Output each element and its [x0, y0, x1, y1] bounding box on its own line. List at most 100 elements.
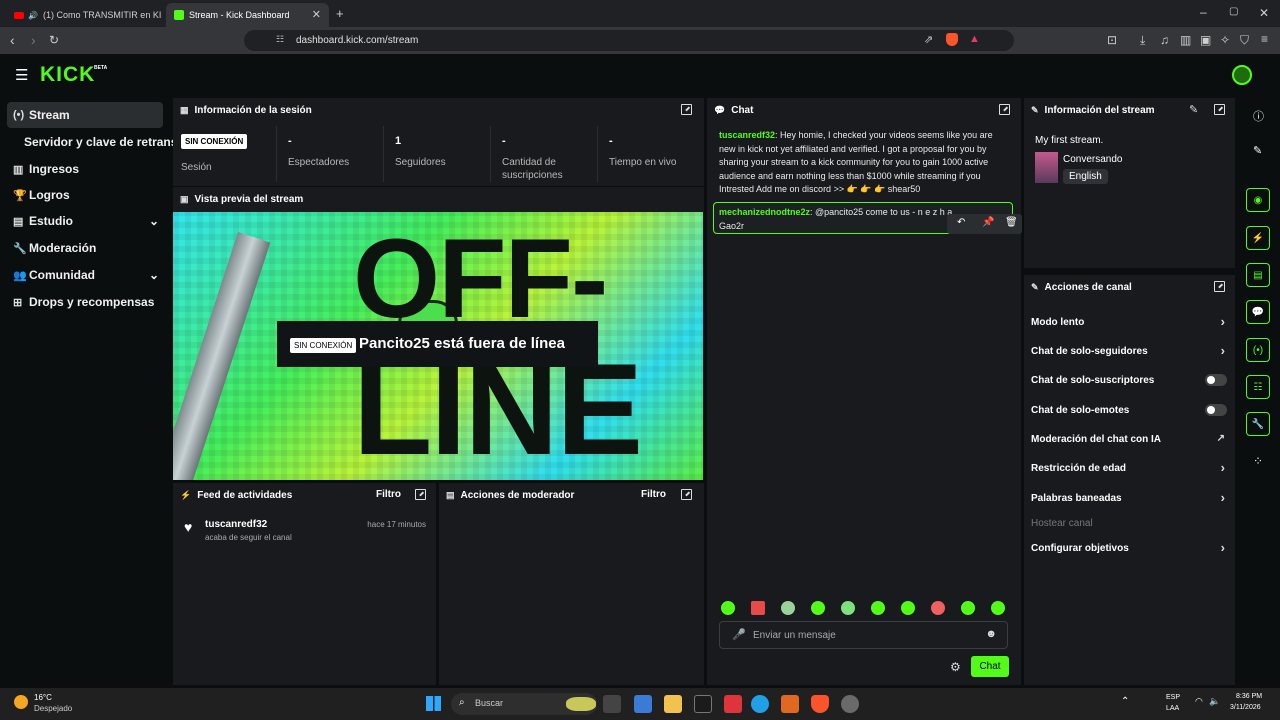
chat-username[interactable]: mechanizednodtne2z — [719, 207, 810, 217]
sidebar-item-ingresos[interactable]: ▥ Ingresos — [7, 156, 163, 182]
speaker-icon[interactable]: 🔊 — [28, 11, 38, 20]
emote-icon[interactable] — [811, 601, 825, 615]
app-icon[interactable] — [724, 695, 742, 713]
weather-icon[interactable] — [14, 695, 28, 709]
lang-line1[interactable]: ESP — [1166, 694, 1180, 701]
chat-settings-icon[interactable]: ⚙ — [950, 660, 961, 674]
browser-tab-youtube[interactable]: 🔊 (1) Como TRANSMITIR en KICK c — [6, 3, 164, 27]
chat-send-button[interactable]: Chat — [971, 656, 1009, 677]
obs-icon[interactable] — [841, 695, 859, 713]
emoji-icon[interactable]: ☻ — [985, 628, 997, 640]
app-icon[interactable] — [694, 695, 712, 713]
action-ai-moderation[interactable]: Moderación del chat con IA ↗ — [1031, 429, 1229, 449]
volume-icon[interactable]: 🔈 — [1209, 696, 1220, 707]
more-apps-icon[interactable]: ⁘ — [1253, 454, 1263, 468]
info-icon[interactable]: ⓘ — [1253, 108, 1264, 124]
rail-bolt-button[interactable]: ⚡ — [1246, 226, 1270, 250]
url-bar[interactable]: ☷ dashboard.kick.com/stream ⇗ ▲ — [244, 30, 1014, 51]
tray-chevron-icon[interactable]: ⌃ — [1121, 696, 1129, 707]
sidebar-item-comunidad[interactable]: 👥 Comunidad ⌄ — [7, 262, 163, 288]
expand-icon[interactable] — [681, 104, 692, 115]
action-followers-only[interactable]: Chat de solo-seguidores › — [1031, 341, 1229, 361]
new-tab-icon[interactable]: + — [336, 6, 344, 21]
chat-message-hovered[interactable]: mechanizednodtne2z: @pancito25 come to u… — [713, 202, 1022, 234]
close-window-icon[interactable]: ✕ — [1259, 6, 1269, 20]
clock-time[interactable]: 8:36 PM — [1236, 693, 1262, 700]
share-icon[interactable]: ⇗ — [924, 33, 933, 46]
emote-icon[interactable] — [961, 601, 975, 615]
emote-icon[interactable] — [901, 601, 915, 615]
emote-icon[interactable] — [871, 601, 885, 615]
action-age-restriction[interactable]: Restricción de edad › — [1031, 458, 1229, 478]
minimize-icon[interactable]: – — [1200, 5, 1207, 19]
emotes-only-toggle[interactable] — [1205, 404, 1227, 416]
rail-broadcast-button[interactable]: (•) — [1246, 338, 1270, 362]
category-name[interactable]: Conversando — [1063, 154, 1122, 165]
leo-ai-icon[interactable]: ✧ — [1220, 33, 1230, 47]
action-slow-mode[interactable]: Modo lento › — [1031, 312, 1229, 332]
edit-icon[interactable]: ✎ — [1253, 144, 1262, 157]
expand-icon[interactable] — [1214, 281, 1225, 292]
avatar[interactable] — [1232, 65, 1252, 85]
filter-button[interactable]: Filtro — [641, 489, 666, 500]
panel-icon[interactable]: ▥ — [1180, 33, 1191, 47]
maximize-icon[interactable]: ▢ — [1229, 6, 1238, 17]
action-configure-goals[interactable]: Configurar objetivos › — [1031, 538, 1229, 558]
action-banned-words[interactable]: Palabras baneadas › — [1031, 488, 1229, 508]
emote-icon[interactable] — [991, 601, 1005, 615]
edge-icon[interactable] — [751, 695, 769, 713]
rail-chat-button[interactable]: 💬 — [1246, 300, 1270, 324]
kick-logo[interactable]: KICK — [40, 63, 95, 87]
emote-icon[interactable] — [931, 601, 945, 615]
vpn-icon[interactable]: ⛉ — [1240, 33, 1249, 48]
emote-icon[interactable] — [841, 601, 855, 615]
rail-wrench-button[interactable]: 🔧 — [1246, 412, 1270, 436]
close-tab-icon[interactable]: ✕ — [312, 8, 321, 21]
media-icon[interactable]: ♫ — [1160, 33, 1169, 47]
sidebar-toggle-icon[interactable]: ⊡ — [1107, 33, 1117, 47]
app-icon[interactable] — [781, 695, 799, 713]
expand-icon[interactable] — [415, 489, 426, 500]
sidebar-item-drops[interactable]: ⊞ Drops y recompensas — [7, 289, 163, 315]
forward-icon[interactable]: › — [31, 32, 36, 48]
windows-start-icon[interactable] — [426, 696, 441, 711]
chat-username[interactable]: tuscanredf32 — [719, 130, 775, 140]
menu-icon[interactable]: ≡ — [1261, 32, 1268, 46]
emote-icon[interactable] — [781, 601, 795, 615]
timeout-icon[interactable]: ↶ — [957, 217, 965, 228]
emote-icon[interactable] — [751, 601, 765, 615]
sidebar-item-stream[interactable]: (•) Stream — [7, 102, 163, 128]
back-icon[interactable]: ‹ — [10, 32, 15, 48]
site-info-icon[interactable]: ☷ — [276, 34, 284, 45]
brave-shields-icon[interactable] — [946, 33, 958, 46]
wallet-icon[interactable]: ▣ — [1200, 33, 1211, 47]
sidebar-item-server-key[interactable]: Servidor y clave de retransm — [24, 129, 174, 155]
pin-icon[interactable]: 📌 — [982, 217, 994, 228]
delete-icon[interactable]: 🗑 — [1005, 217, 1018, 228]
edit-icon[interactable]: ✎ — [1189, 103, 1198, 116]
brave-rewards-icon[interactable]: ▲ — [969, 33, 980, 45]
expand-icon[interactable] — [1214, 104, 1225, 115]
task-view-icon[interactable] — [603, 695, 621, 713]
rail-record-button[interactable]: ◉ — [1246, 188, 1270, 212]
sidebar-item-moderacion[interactable]: 🔧 Moderación — [7, 235, 163, 261]
taskbar-widget-icon[interactable] — [566, 697, 596, 711]
chat-input[interactable]: 🎤 Enviar un mensaje ☻ — [719, 621, 1008, 649]
wifi-icon[interactable]: ◠ — [1195, 696, 1203, 707]
file-explorer-icon[interactable] — [664, 695, 682, 713]
app-icon[interactable] — [634, 695, 652, 713]
subscribers-only-toggle[interactable] — [1205, 374, 1227, 386]
sidebar-item-logros[interactable]: 🏆 Logros — [7, 182, 163, 208]
expand-icon[interactable] — [681, 489, 692, 500]
browser-tab-kick[interactable]: Stream - Kick Dashboard ✕ — [166, 3, 329, 27]
rail-notes-button[interactable]: ▤ — [1246, 263, 1270, 287]
hamburger-menu-icon[interactable]: ☰ — [15, 66, 28, 84]
rail-list-button[interactable]: ☷ — [1246, 375, 1270, 399]
brave-icon[interactable] — [811, 695, 829, 713]
filter-button[interactable]: Filtro — [376, 489, 401, 500]
sidebar-item-estudio[interactable]: ▤ Estudio ⌄ — [7, 208, 163, 234]
expand-icon[interactable] — [999, 104, 1010, 115]
microphone-icon[interactable]: 🎤 — [732, 628, 746, 641]
reload-icon[interactable]: ↻ — [49, 33, 59, 47]
activity-user[interactable]: tuscanredf32 — [205, 519, 267, 530]
